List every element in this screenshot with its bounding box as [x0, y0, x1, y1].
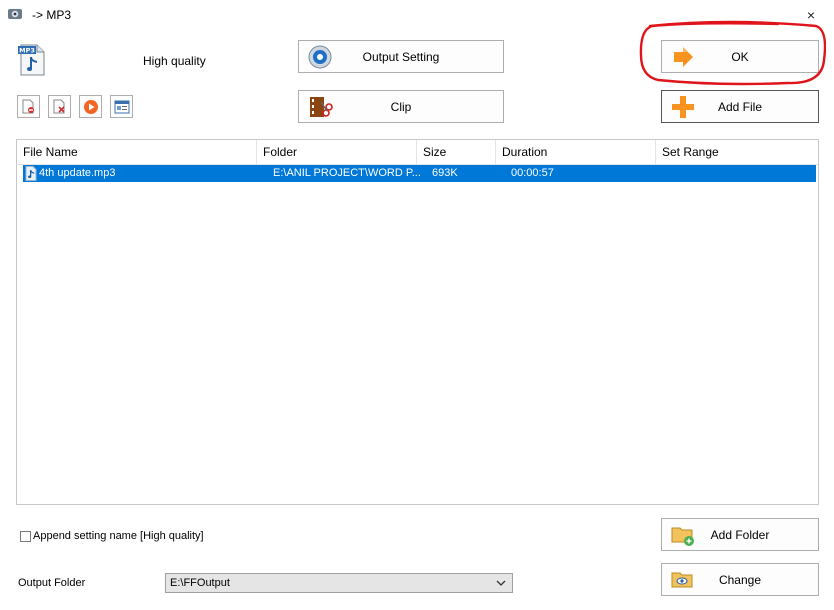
clip-label: Clip [390, 99, 412, 114]
clip-button[interactable]: Clip [298, 90, 504, 123]
cell-size: 693K [432, 167, 458, 179]
remove-icon [22, 99, 34, 114]
file-list[interactable]: File Name Folder Size Duration Set Range… [16, 139, 819, 505]
cell-set-range [671, 165, 811, 182]
column-duration[interactable]: Duration [496, 140, 656, 164]
append-setting-checkbox[interactable] [20, 531, 31, 542]
audio-file-icon [25, 166, 37, 181]
play-button[interactable] [79, 95, 102, 118]
output-folder-select[interactable]: E:\FFOutput [165, 573, 513, 593]
output-folder-label: Output Folder [18, 577, 86, 589]
file-list-header: File Name Folder Size Duration Set Range [17, 140, 818, 165]
svg-text:MP3: MP3 [19, 47, 35, 55]
mp3-file-icon: MP3 [18, 44, 45, 76]
output-setting-button[interactable]: Output Setting [298, 40, 504, 73]
clear-button[interactable] [48, 95, 71, 118]
ok-button[interactable]: OK [661, 40, 819, 73]
change-label: Change [718, 572, 762, 587]
append-setting-label: Append setting name [High quality] [33, 530, 204, 542]
column-set-range[interactable]: Set Range [656, 140, 818, 164]
window-title: -> MP3 [32, 8, 72, 22]
add-folder-button[interactable]: Add Folder [661, 518, 819, 551]
window: -> MP3 × MP3 High quality Output Setting… [0, 0, 834, 610]
title-bar: -> MP3 × [0, 0, 834, 30]
play-icon [83, 99, 98, 114]
info-icon [114, 100, 129, 113]
remove-button[interactable] [17, 95, 40, 118]
clear-icon [53, 99, 65, 114]
column-file-name[interactable]: File Name [17, 140, 257, 164]
output-setting-label: Output Setting [362, 49, 440, 64]
cell-duration: 00:00:57 [511, 167, 554, 179]
column-size[interactable]: Size [417, 140, 496, 164]
chevron-down-icon [496, 580, 506, 586]
change-button[interactable]: Change [661, 563, 819, 596]
output-folder-value: E:\FFOutput [170, 577, 230, 589]
quality-label: High quality [143, 54, 206, 68]
cell-file-name: 4th update.mp3 [39, 167, 116, 179]
column-folder[interactable]: Folder [257, 140, 417, 164]
ok-label: OK [731, 49, 749, 64]
info-button[interactable] [110, 95, 133, 118]
add-file-button[interactable]: Add File [661, 90, 819, 123]
add-folder-label: Add Folder [710, 527, 770, 542]
add-file-label: Add File [717, 99, 763, 114]
table-row[interactable]: 4th update.mp3 E:\ANIL PROJECT\WORD P...… [23, 165, 816, 182]
close-button[interactable]: × [788, 0, 834, 30]
cell-folder: E:\ANIL PROJECT\WORD P... [273, 167, 421, 179]
app-icon [8, 9, 22, 19]
